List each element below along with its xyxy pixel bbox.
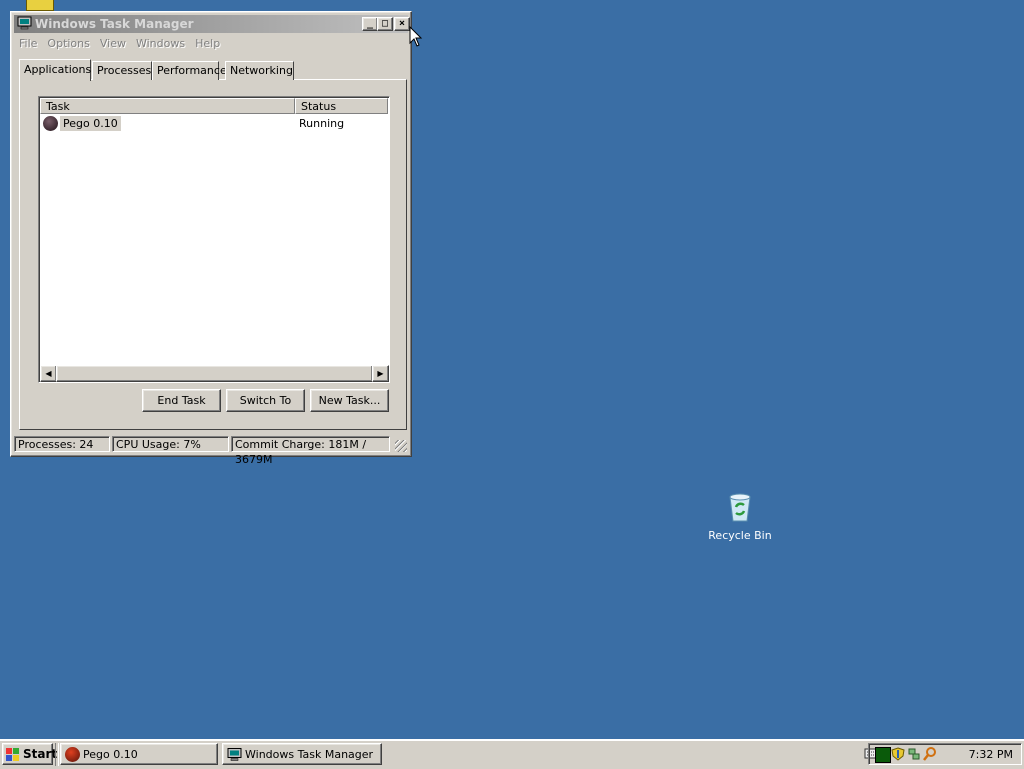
status-cpu-usage: CPU Usage: 7% [112, 436, 229, 452]
network-icon[interactable] [907, 747, 921, 761]
clock[interactable]: 7:32 PM [969, 744, 1013, 765]
window-title: Windows Task Manager [35, 17, 194, 31]
taskbar: Start Pego 0.10 Windows Task Manager 7:3… [0, 739, 1024, 769]
desktop-icon-fragment[interactable] [26, 0, 54, 11]
maximize-button[interactable]: □ [377, 17, 393, 31]
end-task-button[interactable]: End Task [142, 389, 221, 412]
menu-bar: File Options View Windows Help [14, 34, 408, 53]
task-name: Pego 0.10 [60, 116, 121, 131]
cpu-meter-icon[interactable] [875, 747, 891, 763]
menu-file[interactable]: File [14, 34, 42, 53]
close-button[interactable]: × [394, 17, 410, 31]
start-button[interactable]: Start [2, 743, 57, 765]
status-bar: Processes: 24 CPU Usage: 7% Commit Charg… [14, 436, 408, 466]
tab-networking[interactable]: Networking [225, 61, 294, 80]
search-icon[interactable] [923, 747, 937, 761]
recycle-bin-icon [729, 493, 751, 522]
tab-applications[interactable]: Applications [19, 59, 91, 81]
switch-to-button[interactable]: Switch To [226, 389, 305, 412]
table-row[interactable]: Pego 0.10 Running [43, 116, 383, 132]
start-label: Start [23, 747, 58, 761]
scroll-left-button[interactable]: ◀ [40, 365, 57, 382]
horizontal-scrollbar[interactable]: ◀ ▶ [40, 365, 389, 382]
scroll-thumb[interactable] [56, 365, 373, 382]
taskbar-separator [55, 743, 59, 766]
recycle-bin-desktop-icon[interactable]: Recycle Bin [704, 492, 776, 542]
title-bar[interactable]: Windows Task Manager _ □ × [14, 15, 410, 33]
recycle-bin-label: Recycle Bin [708, 529, 772, 542]
task-manager-window: Windows Task Manager _ □ × File Options Vi… [10, 11, 412, 466]
tab-processes[interactable]: Processes [92, 61, 152, 80]
column-header-status[interactable]: Status [295, 98, 388, 114]
status-commit-charge: Commit Charge: 181M / 3679M [231, 436, 390, 466]
taskbar-button-task-manager[interactable]: Windows Task Manager [222, 743, 382, 765]
pego-icon [43, 116, 58, 131]
system-tray: 7:32 PM [868, 743, 1022, 765]
shield-icon[interactable] [891, 747, 905, 761]
column-header-task[interactable]: Task [40, 98, 295, 114]
new-task-button[interactable]: New Task... [310, 389, 389, 412]
windows-flag-icon [6, 748, 19, 761]
mouse-cursor-icon [409, 26, 423, 47]
task-manager-icon [227, 748, 242, 761]
scroll-right-button[interactable]: ▶ [372, 365, 389, 382]
taskbar-button-pego[interactable]: Pego 0.10 [60, 743, 218, 765]
task-status: Running [299, 117, 345, 130]
task-list[interactable]: Task Status Pego 0.10 Running ◀ ▶ [38, 96, 390, 383]
taskbar-button-label: Windows Task Manager [245, 748, 374, 761]
resize-grip[interactable] [395, 440, 407, 452]
taskbar-button-label: Pego 0.10 [83, 748, 138, 761]
tab-performance[interactable]: Performance [152, 61, 227, 80]
pego-icon [65, 747, 80, 762]
menu-options[interactable]: Options [42, 34, 94, 53]
menu-windows[interactable]: Windows [131, 34, 190, 53]
task-manager-icon [17, 16, 32, 30]
menu-view[interactable]: View [95, 34, 131, 53]
menu-help[interactable]: Help [190, 34, 225, 53]
status-processes: Processes: 24 [14, 436, 110, 452]
minimize-button[interactable]: _ [362, 17, 378, 31]
